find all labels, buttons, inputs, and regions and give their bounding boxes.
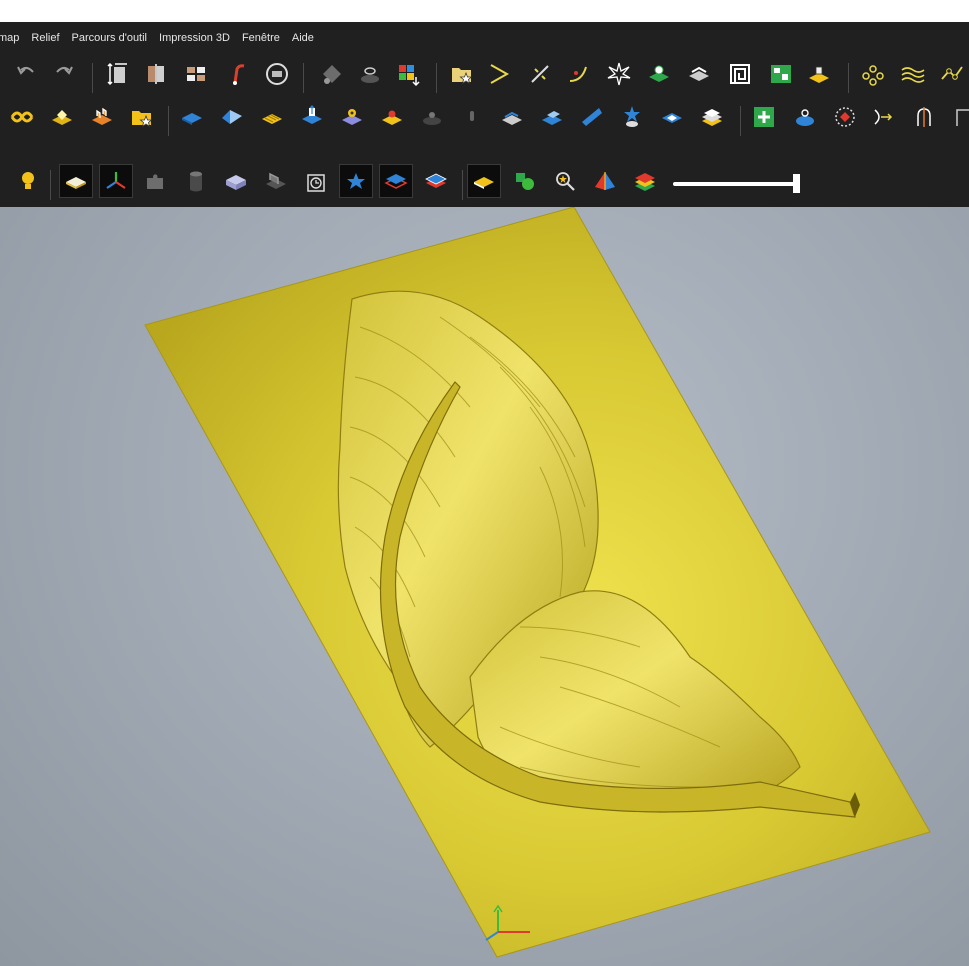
lavender-box-icon[interactable]	[220, 165, 252, 197]
shaded-plate-icon[interactable]	[59, 164, 93, 198]
axis-gizmo	[485, 904, 530, 941]
top-strip	[0, 0, 969, 22]
blue-bowl-icon[interactable]	[789, 101, 821, 133]
menu-toolpaths[interactable]: Parcours d'outil	[66, 22, 153, 55]
axes-icon[interactable]	[99, 164, 133, 198]
pyramid-icon[interactable]	[589, 165, 621, 197]
green-shapes-icon[interactable]	[509, 165, 541, 197]
separator	[848, 63, 849, 93]
gear-plate-icon[interactable]	[336, 101, 368, 133]
stack-layers-icon[interactable]	[683, 58, 715, 90]
separator	[168, 106, 169, 136]
green-map-icon[interactable]	[765, 58, 797, 90]
resize-icon[interactable]	[102, 58, 134, 90]
cylinder-icon[interactable]	[180, 165, 212, 197]
separator	[436, 63, 437, 93]
toolbar-row-1	[0, 58, 969, 98]
blue-plate-icon[interactable]	[176, 101, 208, 133]
node-circles-icon[interactable]	[857, 58, 889, 90]
polyline-icon[interactable]	[936, 58, 968, 90]
toolbar-row-3	[0, 164, 969, 205]
color-stack-icon[interactable]	[629, 165, 661, 197]
puzzle-icon[interactable]	[140, 165, 172, 197]
pin-icon[interactable]	[456, 101, 488, 133]
blue-white-plate-icon[interactable]	[656, 101, 688, 133]
blue-step-icon[interactable]	[536, 101, 568, 133]
menu-window[interactable]: Fenêtre	[236, 22, 286, 55]
corner-icon[interactable]	[948, 101, 969, 133]
colors-grid-icon[interactable]	[392, 58, 424, 90]
stacked-plates-icon[interactable]	[696, 101, 728, 133]
folder-star-icon[interactable]	[446, 58, 478, 90]
fill-icon[interactable]	[316, 58, 348, 90]
toolbars	[0, 55, 969, 207]
clock-icon[interactable]	[300, 165, 332, 197]
weave-icon[interactable]	[6, 101, 38, 133]
brush-icon[interactable]	[222, 58, 254, 90]
blue-star-icon[interactable]	[616, 101, 648, 133]
light-bulb-icon[interactable]	[12, 165, 44, 197]
wave-lines-icon[interactable]	[897, 58, 929, 90]
blue-slope-icon[interactable]	[576, 101, 608, 133]
relief-scene	[144, 207, 931, 958]
yellow-block-icon[interactable]	[803, 58, 835, 90]
reset-vectors-icon[interactable]	[261, 58, 293, 90]
blue-raise-icon[interactable]	[296, 101, 328, 133]
yellow-plate-icon[interactable]	[467, 164, 501, 198]
dark-button-icon[interactable]	[416, 101, 448, 133]
toolbar-row-2	[0, 101, 969, 141]
yellow-stripes-icon[interactable]	[256, 101, 288, 133]
menu-help[interactable]: Aide	[286, 22, 320, 55]
blue-star-flat-icon[interactable]	[339, 164, 373, 198]
starburst-icon[interactable]	[603, 58, 635, 90]
menu-map[interactable]: map	[0, 22, 25, 55]
split-mirror-icon[interactable]	[140, 58, 172, 90]
separator	[462, 170, 463, 200]
green-disk-icon[interactable]	[643, 58, 675, 90]
curve-icon[interactable]	[563, 58, 595, 90]
tiles-icon[interactable]	[180, 58, 212, 90]
green-plus-icon[interactable]	[748, 101, 780, 133]
yellow-slab-icon[interactable]	[46, 101, 78, 133]
application-window: map Relief Parcours d'outil Impression 3…	[0, 0, 969, 966]
blue-fold-icon[interactable]	[216, 101, 248, 133]
arrow-in-icon[interactable]	[868, 101, 900, 133]
half-arch-icon[interactable]	[908, 101, 940, 133]
blue-stair-icon[interactable]	[496, 101, 528, 133]
node-stack-icon[interactable]	[354, 58, 386, 90]
redo-icon[interactable]	[48, 58, 80, 90]
folder-star-yellow-icon[interactable]	[126, 101, 158, 133]
orange-bricks-icon[interactable]	[86, 101, 118, 133]
separator	[303, 63, 304, 93]
menu-bar: map Relief Parcours d'outil Impression 3…	[0, 22, 969, 55]
mesh-tray-icon[interactable]	[260, 165, 292, 197]
blue-layer-icon[interactable]	[379, 164, 413, 198]
3d-viewport[interactable]	[0, 207, 969, 966]
separator	[92, 63, 93, 93]
wand-icon[interactable]	[524, 58, 556, 90]
zoom-star-icon[interactable]	[549, 165, 581, 197]
undo-icon[interactable]	[10, 58, 42, 90]
opacity-slider-track[interactable]	[673, 182, 797, 186]
menu-3d-print[interactable]: Impression 3D	[153, 22, 236, 55]
maze-icon[interactable]	[724, 58, 756, 90]
red-dotted-icon[interactable]	[829, 101, 861, 133]
separator	[50, 170, 51, 200]
red-button-icon[interactable]	[376, 101, 408, 133]
opacity-slider-thumb[interactable]	[793, 174, 800, 193]
chevron-path-icon[interactable]	[484, 58, 516, 90]
red-layer-icon[interactable]	[420, 165, 452, 197]
menu-relief[interactable]: Relief	[25, 22, 65, 55]
separator	[740, 106, 741, 136]
